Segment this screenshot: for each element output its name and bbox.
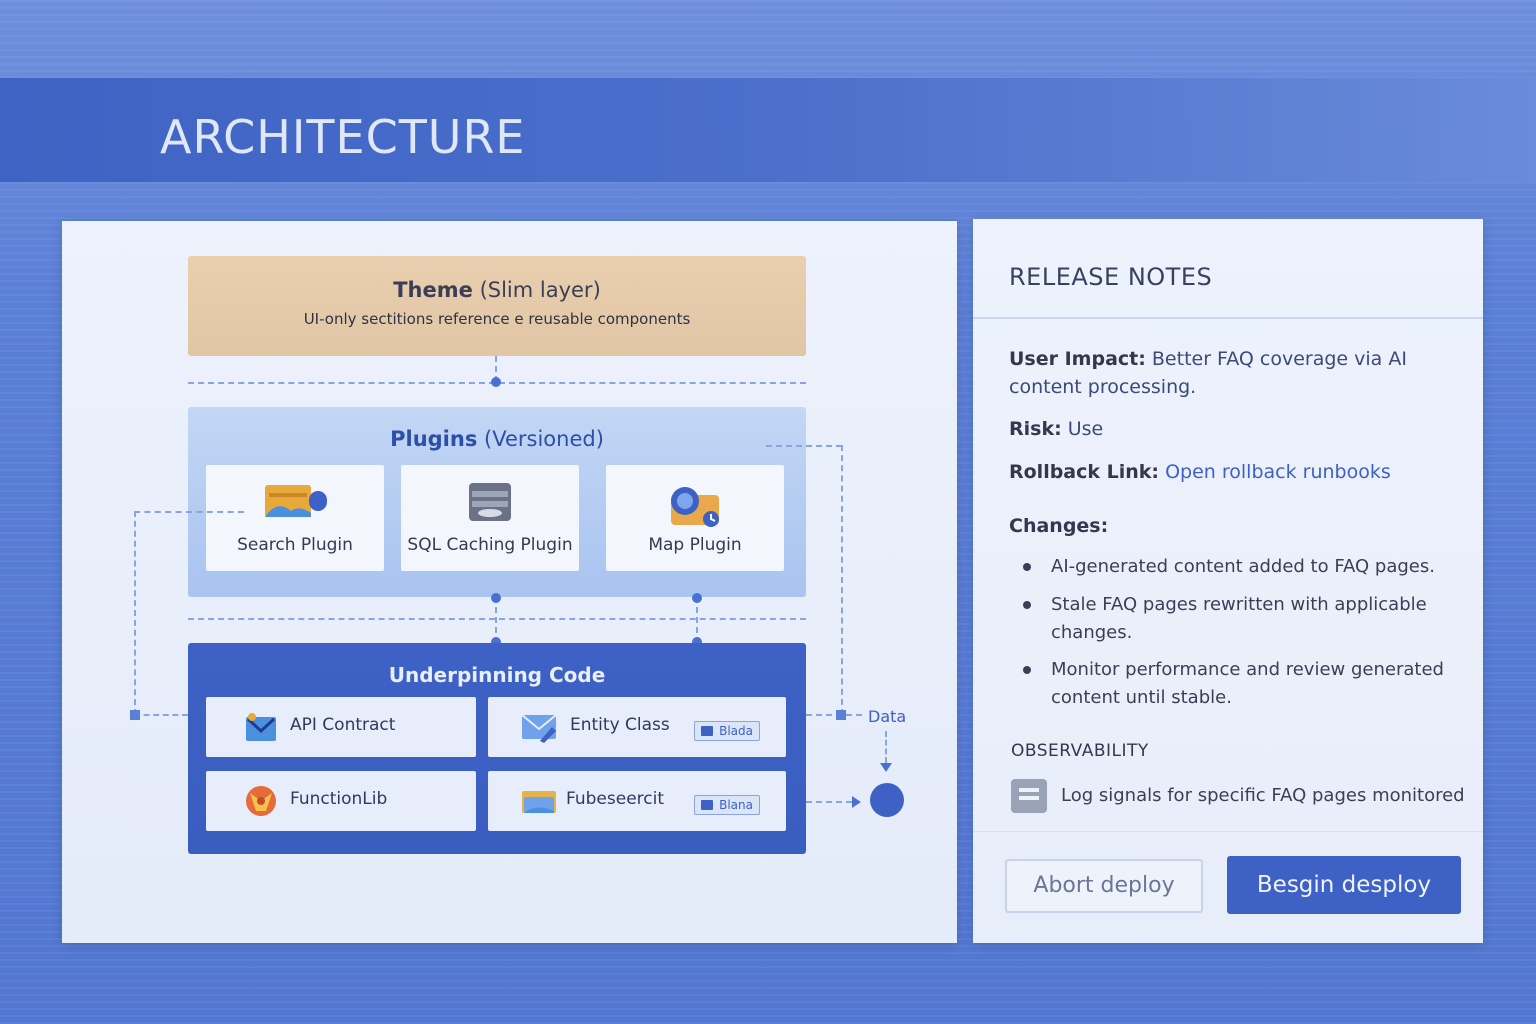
- user-impact-label: User Impact:: [1009, 348, 1146, 370]
- list-item: AI-generated content added to FAQ pages.: [1051, 556, 1435, 577]
- api-contract-card[interactable]: API Contract: [206, 697, 476, 757]
- plugins-layer[interactable]: Plugins (Versioned) Search Plugin SQL Ca…: [188, 407, 806, 597]
- bullet-icon: [1023, 563, 1031, 571]
- theme-title-paren: (Slim layer): [479, 278, 601, 302]
- entity-icon: [521, 711, 557, 743]
- plugin-label: SQL Caching Plugin: [407, 535, 573, 555]
- connector-line: [841, 445, 843, 715]
- list-item: Stale FAQ pages rewritten with applicabl…: [1051, 594, 1427, 643]
- arrow-right-icon: [852, 796, 861, 808]
- connector-line: [188, 618, 806, 620]
- code-label: API Contract: [290, 715, 396, 735]
- connector-dot: [692, 593, 702, 603]
- connector-line: [806, 801, 852, 803]
- connector-dot: [491, 593, 501, 603]
- theme-title: Theme (Slim layer): [188, 278, 806, 302]
- begin-deploy-button[interactable]: Besgin desploy: [1227, 856, 1461, 914]
- fubeseercit-card[interactable]: Fubeseercit Blana: [488, 771, 786, 831]
- sql-caching-plugin-card[interactable]: SQL Caching Plugin: [401, 465, 579, 571]
- architecture-panel: Theme (Slim layer) UI-only sectitions re…: [62, 221, 957, 943]
- risk-value: Use: [1067, 418, 1104, 440]
- rollback: Rollback Link: Open rollback runbooks: [1009, 458, 1449, 486]
- plugin-label: Map Plugin: [648, 535, 742, 555]
- list-item: Monitor performance and review generated…: [1051, 659, 1444, 708]
- database-icon: [460, 483, 520, 521]
- status-badge: Blada: [694, 721, 760, 741]
- code-label: Entity Class: [570, 715, 670, 735]
- theme-description: UI-only sectitions reference e reusable …: [303, 310, 691, 328]
- status-badge: Blana: [694, 795, 760, 815]
- function-icon: [244, 785, 278, 817]
- map-plugin-card[interactable]: Map Plugin: [606, 465, 784, 571]
- release-notes-panel: RELEASE NOTES User Impact: Better FAQ co…: [973, 219, 1483, 943]
- divider: [973, 831, 1483, 832]
- folder-icon: [522, 785, 556, 817]
- release-notes-title: RELEASE NOTES: [1009, 263, 1213, 291]
- code-label: Fubeseercit: [566, 789, 664, 809]
- rollback-label: Rollback Link:: [1009, 461, 1160, 483]
- search-plugin-icon: [265, 483, 327, 521]
- observability-text: Log signals for specific FAQ pages monit…: [1061, 785, 1465, 806]
- bullet-icon: [1023, 601, 1031, 609]
- risk: Risk: Use: [1009, 415, 1449, 443]
- changes-title: Changes:: [1009, 515, 1109, 537]
- connector-line: [134, 511, 136, 715]
- plugins-title-paren: (Versioned): [484, 427, 604, 451]
- connector-line: [885, 731, 887, 763]
- theme-title-main: Theme: [393, 278, 473, 302]
- data-label: Data: [868, 707, 907, 726]
- connector-node: [836, 710, 846, 720]
- connector-line: [134, 511, 244, 513]
- connector-dot: [491, 377, 501, 387]
- bullet-icon: [1023, 666, 1031, 674]
- data-node: [870, 783, 904, 817]
- functionlib-card[interactable]: FunctionLib: [206, 771, 476, 831]
- risk-label: Risk:: [1009, 418, 1062, 440]
- plugins-title-main: Plugins: [390, 427, 478, 451]
- arrow-down-icon: [880, 763, 892, 772]
- search-plugin-card[interactable]: Search Plugin: [206, 465, 384, 571]
- underpinning-title: Underpinning Code: [388, 663, 606, 687]
- underpinning-layer[interactable]: Underpinning Code API Contract Entity Cl…: [188, 643, 806, 854]
- divider: [973, 317, 1483, 319]
- api-contract-icon: [244, 711, 278, 743]
- code-label: FunctionLib: [290, 789, 388, 809]
- entity-class-card[interactable]: Entity Class Blada: [488, 697, 786, 757]
- connector-line: [134, 714, 188, 716]
- log-icon: [1011, 779, 1047, 813]
- connector-line: [766, 445, 842, 447]
- connector-line: [806, 714, 862, 716]
- header-bar: ARCHITECTURE: [0, 78, 1536, 182]
- abort-deploy-button[interactable]: Abort deploy: [1005, 859, 1203, 913]
- rollback-runbook-link[interactable]: Open rollback runbooks: [1165, 461, 1391, 483]
- user-impact: User Impact: Better FAQ coverage via AI …: [1009, 345, 1449, 401]
- connector-node: [130, 710, 140, 720]
- theme-layer[interactable]: Theme (Slim layer) UI-only sectitions re…: [188, 256, 806, 356]
- plugins-title: Plugins (Versioned): [188, 427, 806, 451]
- observability-title: OBSERVABILITY: [1011, 741, 1149, 761]
- map-icon: [665, 483, 725, 527]
- page-title: ARCHITECTURE: [160, 110, 526, 164]
- plugin-label: Search Plugin: [237, 535, 353, 555]
